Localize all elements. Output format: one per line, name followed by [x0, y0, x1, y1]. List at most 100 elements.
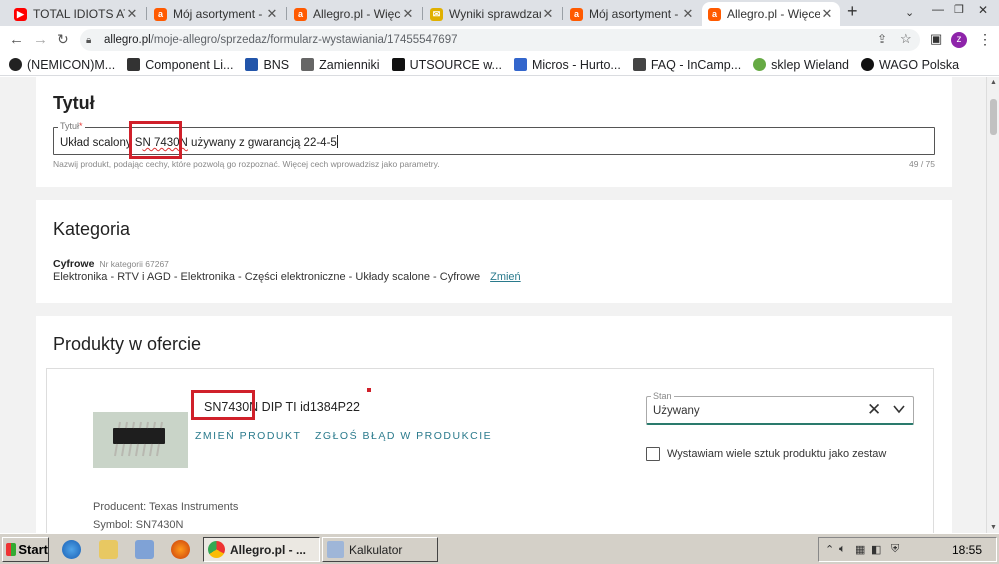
bookmark-item[interactable]: WAGO Polska	[861, 58, 959, 72]
bookmark-favicon-icon	[245, 58, 259, 71]
change-product-button[interactable]: ZMIEŃ PRODUKT	[195, 430, 301, 442]
bookmark-favicon-icon	[127, 58, 141, 71]
page-scrollbar[interactable]: ▲ ▼	[986, 77, 999, 533]
windows-taskbar: Start Allegro.pl - ... Kalkulator ⌃ 🔈︎ ▦…	[0, 533, 999, 564]
bookmark-item[interactable]: sklep Wieland	[753, 58, 849, 72]
back-icon[interactable]: ←	[9, 31, 24, 48]
mail-icon: ✉	[430, 7, 443, 21]
marker-dot	[367, 388, 371, 392]
bookmark-item[interactable]: Zamienniki	[301, 58, 380, 72]
browser-tab[interactable]: a Mój asortyment - ✕	[564, 2, 701, 26]
allegro-icon: a	[154, 7, 167, 21]
title-field-label: Tytuł	[60, 121, 80, 131]
tab-bar: ▶ TOTAL IDIOTS AT ✕ a Mój asortyment - ✕…	[0, 0, 999, 26]
lock-icon: 🔒︎	[86, 35, 92, 46]
allegro-icon: a	[294, 7, 307, 21]
bookmark-item[interactable]: FAQ - InCamp...	[632, 58, 741, 72]
allegro-icon: a	[708, 7, 721, 21]
category-name: Cyfrowe	[53, 258, 95, 270]
bookmark-favicon-icon	[513, 58, 527, 71]
taskbar-task-chrome[interactable]: Allegro.pl - ...	[203, 537, 320, 562]
bookmarks-bar: (NEMICON)M... Component Li... BNS Zamien…	[0, 54, 999, 76]
browser-tab[interactable]: ✉ Wyniki sprawdzan ✕	[424, 2, 561, 26]
calculator-icon	[327, 541, 344, 558]
title-heading: Tytuł	[53, 93, 95, 113]
browser-tab[interactable]: ▶ TOTAL IDIOTS AT ✕	[8, 2, 145, 26]
condition-select[interactable]: Używany ✕	[646, 396, 914, 425]
sidebar-icon[interactable]: ▣	[930, 31, 942, 47]
close-tab-icon[interactable]: ✕	[541, 6, 555, 22]
internet-explorer-icon[interactable]	[62, 540, 81, 559]
media-player-icon[interactable]	[135, 540, 154, 559]
share-icon[interactable]: ⇪	[877, 32, 887, 46]
required-mark: *	[79, 121, 83, 131]
symbol-text: Symbol: SN7430N	[93, 519, 184, 531]
set-checkbox-label[interactable]: Wystawiam wiele sztuk produktu jako zest…	[667, 448, 886, 460]
bookmark-star-icon[interactable]: ☆	[900, 31, 912, 47]
network-icon[interactable]: ▦	[855, 543, 865, 556]
start-button[interactable]: Start	[2, 537, 49, 562]
reload-icon[interactable]: ↻	[57, 31, 69, 48]
bookmark-favicon-icon	[632, 58, 646, 71]
bookmark-item[interactable]: UTSOURCE w...	[391, 58, 502, 72]
browser-tab[interactable]: a Allegro.pl - Więce ✕	[288, 2, 421, 26]
report-error-button[interactable]: ZGŁOŚ BŁĄD W PRODUKCIE	[315, 430, 492, 442]
set-checkbox[interactable]	[646, 447, 660, 461]
close-tab-icon[interactable]: ✕	[820, 6, 834, 22]
product-image[interactable]	[93, 412, 188, 468]
scroll-up-icon[interactable]: ▲	[990, 79, 997, 86]
clock[interactable]: 18:55	[952, 543, 982, 557]
menu-dots-icon[interactable]: ⋮	[978, 31, 992, 48]
allegro-icon: a	[570, 7, 583, 21]
maximize-icon[interactable]: ❐	[954, 3, 964, 16]
tray-expand-icon[interactable]: ⌃	[825, 543, 834, 556]
bookmark-item[interactable]: Component Li...	[127, 58, 233, 72]
title-char-counter: 49 / 75	[909, 159, 935, 169]
windows-logo-icon	[6, 543, 17, 556]
change-category-link[interactable]: Zmień	[490, 271, 521, 283]
product-title-rest: DIP TI id1384P22	[258, 400, 360, 414]
bookmark-favicon-icon	[391, 58, 405, 71]
bookmark-item[interactable]: (NEMICON)M...	[9, 58, 115, 72]
youtube-icon: ▶	[14, 7, 27, 21]
browser-toolbar: ← → ↻ 🔒︎ allegro.pl/moje-allegro/sprzeda…	[0, 26, 999, 54]
bookmark-item[interactable]: BNS	[245, 58, 289, 72]
category-number: Nr kategorii 67267	[99, 259, 169, 269]
url-path: /moje-allegro/sprzedaz/formularz-wystawi…	[150, 34, 458, 46]
browser-tab[interactable]: a Mój asortyment - ✕	[148, 2, 285, 26]
product-box: SN7430N DIP TI id1384P22 ZMIEŃ PRODUKT Z…	[46, 368, 934, 533]
chevron-down-icon[interactable]	[893, 403, 905, 415]
minimize-icon[interactable]: —	[932, 2, 944, 16]
scroll-down-icon[interactable]: ▼	[990, 524, 997, 531]
close-tab-icon[interactable]: ✕	[681, 6, 695, 22]
scroll-thumb[interactable]	[990, 99, 997, 135]
tray-app-icon[interactable]: ◧	[871, 543, 881, 556]
volume-icon[interactable]: 🔈︎	[839, 543, 846, 556]
bookmark-item[interactable]: Micros - Hurto...	[513, 58, 621, 72]
clear-icon[interactable]: ✕	[867, 400, 881, 420]
category-heading: Kategoria	[53, 219, 131, 239]
category-card: Kategoria Cyfrowe Nr kategorii 67267 Elek…	[36, 200, 952, 303]
folder-icon[interactable]	[99, 540, 118, 559]
title-input[interactable]: Układ scalony SN 7430N używany z gwaranc…	[53, 127, 935, 155]
title-card: Tytuł Układ scalony SN 7430N używany z g…	[36, 77, 952, 187]
browser-tab-active[interactable]: a Allegro.pl - Więce ✕	[702, 2, 840, 26]
bookmark-favicon-icon	[861, 58, 874, 71]
profile-avatar[interactable]: z	[951, 32, 967, 48]
security-icon[interactable]: ⛨	[891, 543, 899, 556]
category-path: Elektronika - RTV i AGD - Elektronika - …	[53, 271, 481, 283]
address-bar[interactable]: 🔒︎ allegro.pl/moje-allegro/sprzedaz/form…	[80, 29, 920, 51]
text-caret	[336, 135, 338, 148]
chrome-icon	[208, 541, 225, 558]
forward-icon[interactable]: →	[33, 31, 48, 48]
system-tray: ⌃ 🔈︎ ▦ ◧ ⛨ 18:55	[818, 537, 997, 562]
tab-search-icon[interactable]: ⌄	[905, 6, 914, 19]
close-window-icon[interactable]: ✕	[978, 3, 988, 17]
products-heading: Produkty w ofercie	[53, 334, 202, 354]
close-tab-icon[interactable]: ✕	[265, 6, 279, 22]
new-tab-icon[interactable]: +	[847, 1, 858, 22]
close-tab-icon[interactable]: ✕	[125, 6, 139, 22]
firefox-icon[interactable]	[171, 540, 190, 559]
close-tab-icon[interactable]: ✕	[401, 6, 415, 22]
taskbar-task-calculator[interactable]: Kalkulator	[322, 537, 438, 562]
